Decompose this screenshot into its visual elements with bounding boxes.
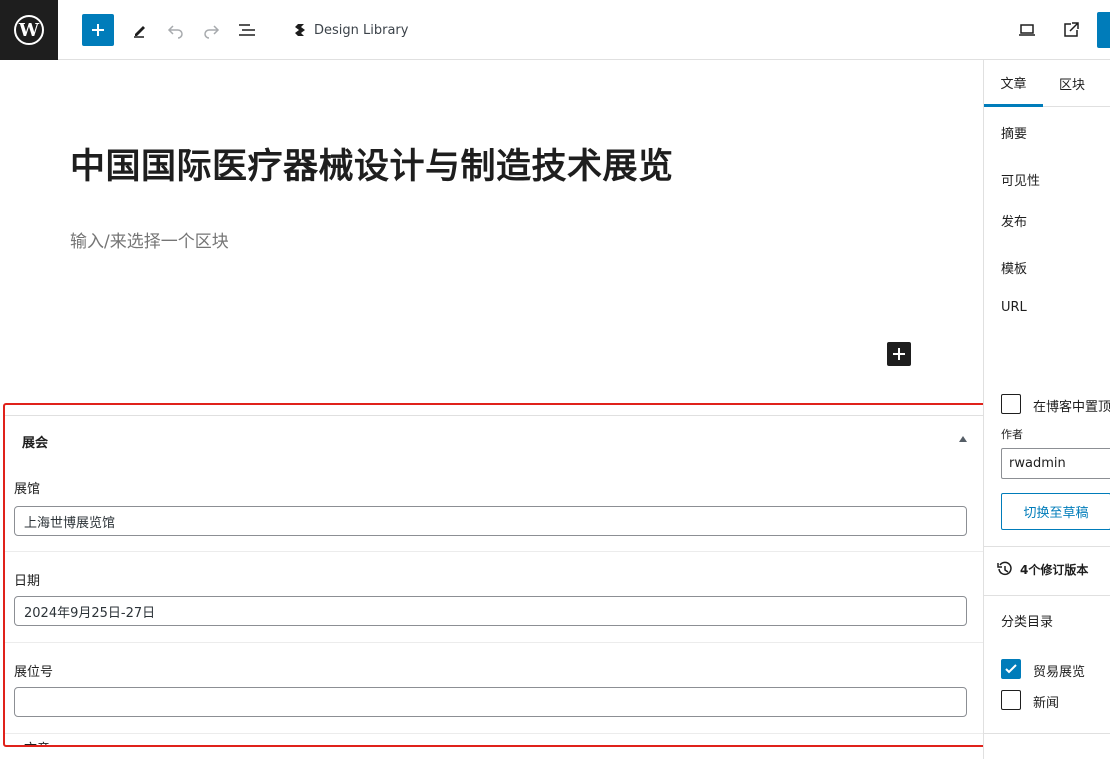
booth-number-label: 展位号 (14, 665, 54, 680)
divider (5, 415, 986, 416)
metabox-collapse-toggle[interactable] (955, 431, 971, 447)
triangle-up-icon (959, 436, 967, 442)
category-checkbox[interactable] (1001, 690, 1021, 710)
editor-header: W Design Library (0, 0, 1110, 60)
pencil-icon (134, 26, 145, 38)
author-label: 作者 (1001, 428, 1023, 441)
redo-icon (204, 25, 220, 39)
document-title[interactable]: Design Library (292, 19, 408, 41)
divider (984, 595, 1110, 596)
settings-sidebar: 文章 区块 摘要 可见性 发布 模板 URL 在博客中置顶 作者 rwadmin… (983, 60, 1110, 759)
tab-post[interactable]: 文章 (984, 60, 1043, 107)
sticky-label: 在博客中置顶 (1033, 400, 1110, 415)
exhibition-metabox: 展会 展馆 日期 展位号 文章 (3, 403, 988, 747)
revisions-label: 4个修订版本 (1020, 562, 1089, 577)
author-value: rwadmin (1009, 456, 1066, 471)
divider (984, 546, 1110, 547)
revisions-link[interactable]: 4个修订版本 (996, 560, 1088, 578)
history-icon (997, 561, 1012, 576)
view-post-button[interactable] (1055, 14, 1087, 46)
booth-number-input[interactable] (14, 687, 967, 717)
divider (5, 551, 986, 552)
category-label: 新闻 (1033, 696, 1060, 711)
plus-icon (893, 348, 905, 360)
external-link-icon (1064, 22, 1079, 37)
checkmark-icon (1005, 664, 1017, 674)
document-title-text: Design Library (314, 22, 409, 38)
wordpress-logo-button[interactable]: W (0, 0, 58, 60)
excerpt-panel-toggle[interactable]: 摘要 (1001, 123, 1027, 142)
plus-icon (92, 24, 104, 36)
category-checkbox[interactable] (1001, 659, 1021, 679)
divider (984, 733, 1110, 734)
wordpress-icon: W (14, 15, 44, 45)
block-inserter-toggle[interactable] (82, 14, 114, 46)
author-select[interactable]: rwadmin (1001, 448, 1110, 479)
date-input[interactable] (14, 596, 967, 626)
template-row[interactable]: 模板 (1001, 258, 1027, 277)
sidebar-tabs: 文章 区块 (984, 60, 1110, 107)
publish-button[interactable] (1097, 12, 1110, 48)
block-placeholder[interactable]: 输入/来选择一个区块 (70, 227, 229, 252)
laptop-icon (1019, 24, 1035, 36)
publish-date-row[interactable]: 发布 (1001, 211, 1027, 230)
venue-label: 展馆 (14, 482, 41, 497)
tools-button[interactable] (124, 14, 156, 46)
category-label: 贸易展览 (1033, 665, 1086, 680)
preview-button[interactable] (1011, 14, 1043, 46)
post-title[interactable]: 中国国际医疗器械设计与制造技术展览 (70, 138, 674, 189)
date-label: 日期 (14, 574, 41, 589)
list-view-icon (239, 24, 255, 36)
sticky-checkbox[interactable] (1001, 394, 1021, 414)
metabox-title: 展会 (22, 436, 49, 451)
list-view-button[interactable] (231, 14, 263, 46)
categories-panel-toggle[interactable]: 分类目录 (1001, 611, 1053, 630)
design-library-icon (295, 24, 305, 36)
switch-to-draft-button[interactable]: 切换至草稿 (1001, 493, 1110, 530)
undo-button[interactable] (160, 14, 192, 46)
url-row[interactable]: URL (1001, 300, 1027, 315)
divider (5, 642, 986, 643)
visibility-row[interactable]: 可见性 (1001, 170, 1040, 189)
svg-text:W: W (18, 20, 40, 41)
redo-button[interactable] (195, 14, 227, 46)
divider (5, 733, 986, 734)
block-inserter-button[interactable] (887, 342, 911, 366)
undo-icon (167, 25, 183, 39)
tab-block[interactable]: 区块 (1059, 60, 1085, 107)
venue-input[interactable] (14, 506, 967, 536)
next-metabox-title: 文章 (24, 738, 50, 745)
